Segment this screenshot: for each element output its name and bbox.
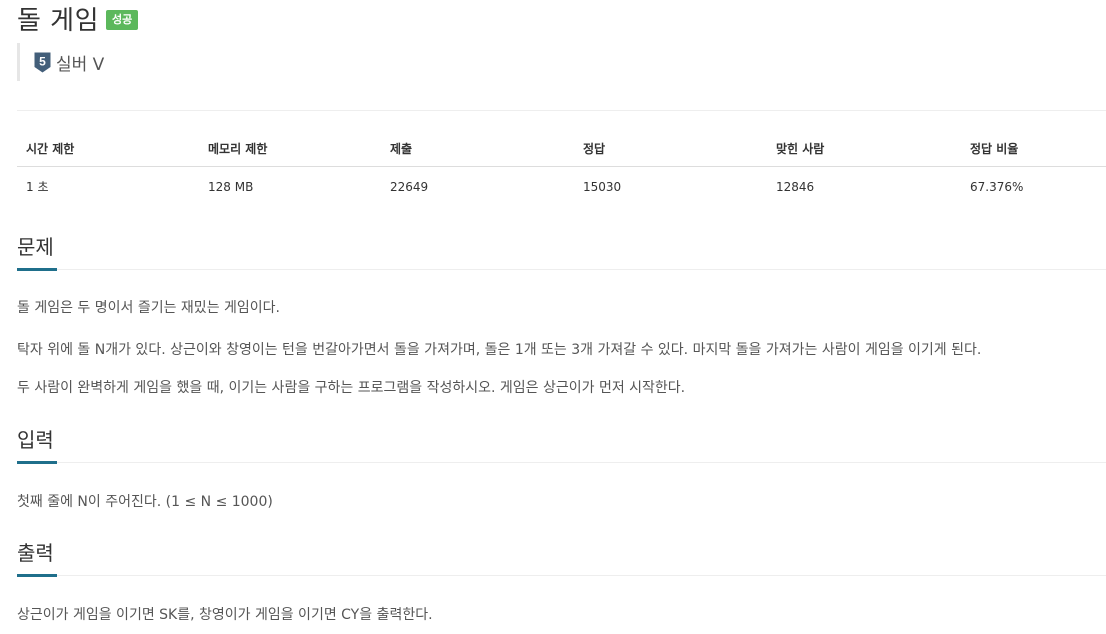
- problem-title: 돌 게임: [17, 5, 100, 36]
- status-badge: 성공: [106, 10, 139, 30]
- table-row: 1 초 128 MB 22649 15030 12846 67.376%: [17, 167, 1106, 207]
- header-time-limit: 시간 제한: [17, 130, 199, 167]
- tier-label[interactable]: 실버 V: [56, 50, 104, 75]
- section-title-input: 입력: [17, 428, 54, 452]
- submissions-value: 22649: [390, 179, 429, 194]
- problem-paragraph: 탁자 위에 돌 N개가 있다. 상근이와 창영이는 턴을 번갈아가면서 돌을 가…: [17, 342, 982, 358]
- tier-level-text: 5: [39, 54, 46, 68]
- input-paragraph: 첫째 줄에 N이 주어진다. (1 ≤ N ≤ 1000): [17, 494, 273, 510]
- header-submissions: 제출: [381, 130, 574, 167]
- tier-icon[interactable]: 5: [34, 52, 51, 73]
- problem-paragraph: 돌 게임은 두 명이서 즐기는 재밌는 게임이다.: [17, 300, 280, 316]
- section-underline: [17, 574, 57, 577]
- problem-info-table: 시간 제한 메모리 제한 제출 정답 맞힌 사람 정답 비율 1 초 128 M…: [17, 130, 1106, 206]
- section-header: 출력: [17, 538, 1106, 577]
- output-paragraph: 상근이가 게임을 이기면 SK를, 창영이가 게임을 이기면 CY을 출력한다.: [17, 607, 433, 623]
- output-section: 출력 상근이가 게임을 이기면 SK를, 창영이가 게임을 이기면 CY을 출력…: [17, 538, 1106, 625]
- section-title-output: 출력: [17, 541, 54, 565]
- solvers-value: 12846: [776, 179, 815, 194]
- table-header-row: 시간 제한 메모리 제한 제출 정답 맞힌 사람 정답 비율: [17, 130, 1106, 167]
- section-underline: [17, 268, 57, 271]
- section-title-problem: 문제: [17, 235, 54, 259]
- problem-header: 돌 게임 성공: [17, 0, 139, 36]
- problem-page: 돌 게임 성공 5 실버 V 시간 제한 메모리 제한 제출 정답 맞힌 사람 …: [0, 0, 1106, 634]
- header-solvers: 맞힌 사람: [767, 130, 961, 167]
- time-limit-value: 1 초: [26, 180, 49, 194]
- header-memory-limit: 메모리 제한: [199, 130, 381, 167]
- accept-ratio-value: 67.376%: [970, 179, 1024, 194]
- tier-info: 5 실버 V: [17, 43, 104, 81]
- header-divider: [17, 110, 1106, 111]
- header-accepted: 정답: [574, 130, 767, 167]
- problem-paragraph: 두 사람이 완벽하게 게임을 했을 때, 이기는 사람을 구하는 프로그램을 작…: [17, 380, 686, 396]
- accepted-value: 15030: [583, 179, 622, 194]
- header-accept-ratio: 정답 비율: [961, 130, 1106, 167]
- section-underline: [17, 461, 57, 464]
- input-section: 입력 첫째 줄에 N이 주어진다. (1 ≤ N ≤ 1000): [17, 425, 1106, 512]
- section-header: 문제: [17, 232, 1106, 271]
- memory-limit-value: 128 MB: [208, 179, 254, 194]
- section-header: 입력: [17, 425, 1106, 464]
- problem-section: 문제 돌 게임은 두 명이서 즐기는 재밌는 게임이다. 탁자 위에 돌 N개가…: [17, 232, 1106, 398]
